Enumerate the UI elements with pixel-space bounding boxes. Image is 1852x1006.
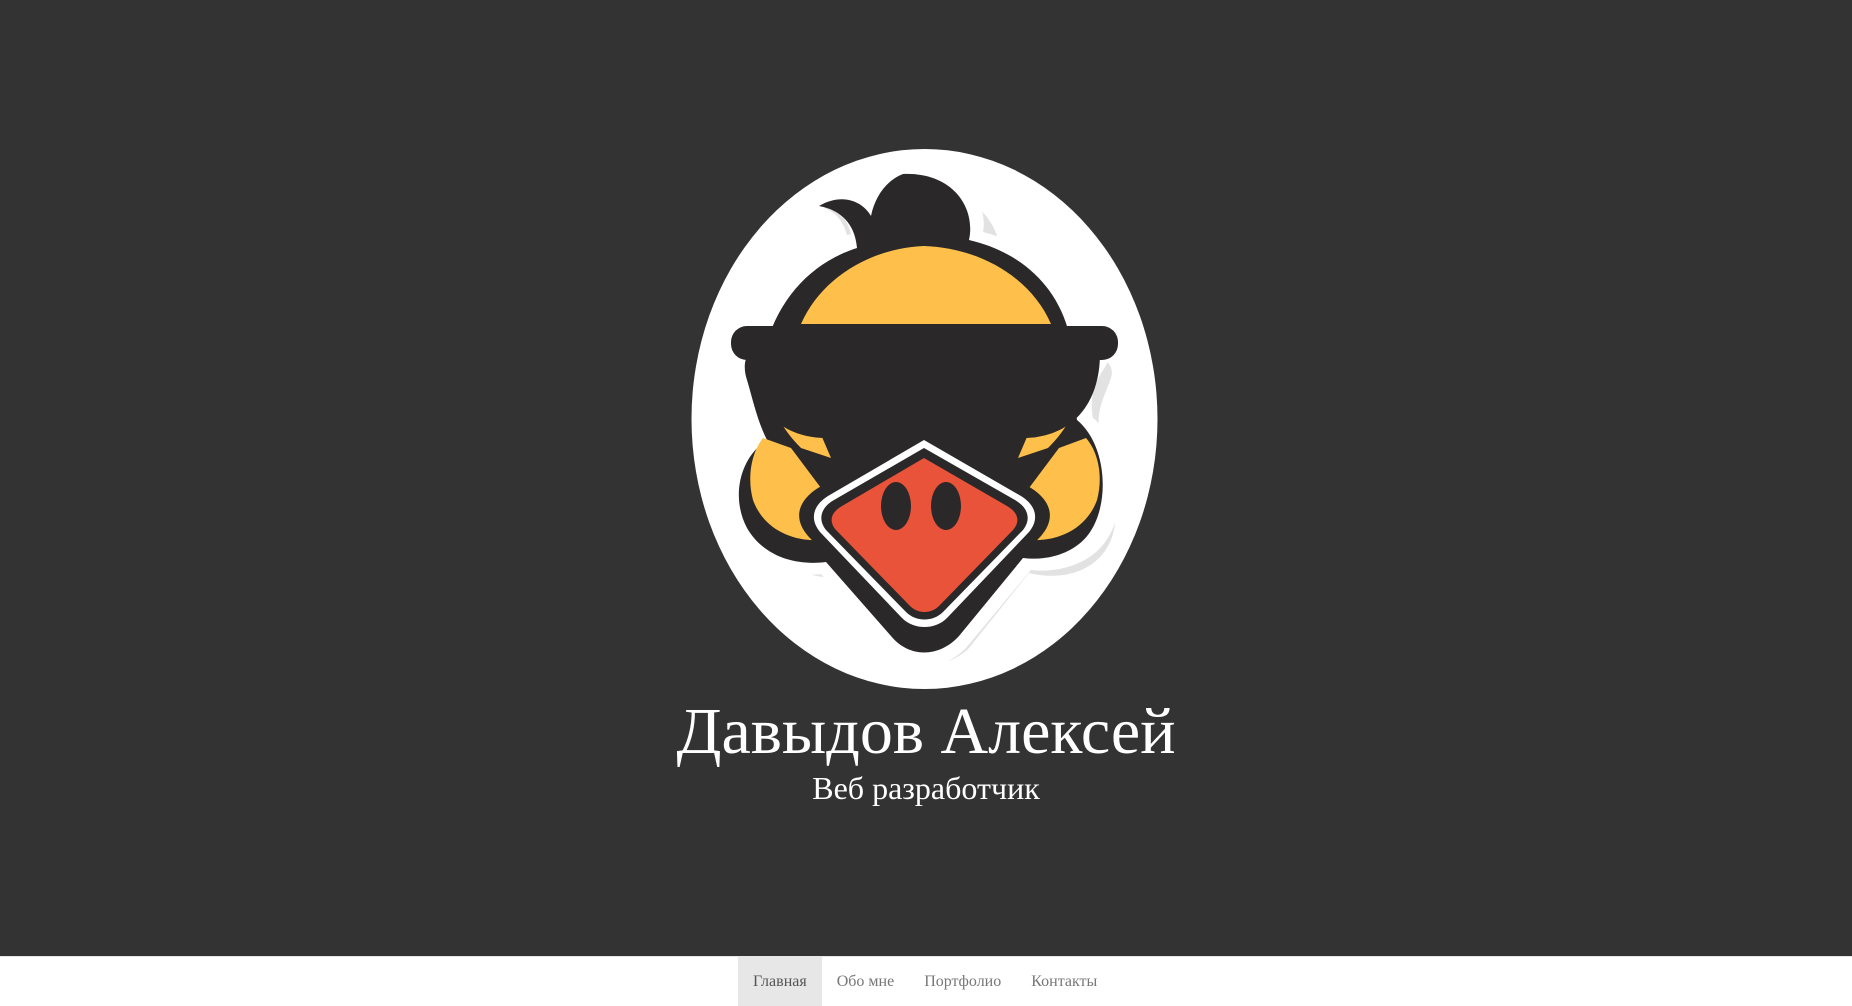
hero-section: Давыдов Алексей Веб разработчик xyxy=(0,0,1852,956)
hero-role: Веб разработчик xyxy=(812,770,1040,806)
nav-item-contacts[interactable]: Контакты xyxy=(1016,957,1112,1006)
bottom-navbar: Главная Обо мне Портфолио Контакты xyxy=(0,956,1852,1006)
avatar xyxy=(691,148,1158,690)
nav-item-home[interactable]: Главная xyxy=(738,957,822,1006)
nav-item-portfolio[interactable]: Портфолио xyxy=(909,957,1016,1006)
duck-with-sunglasses-icon xyxy=(691,149,1158,689)
hero-name: Давыдов Алексей xyxy=(676,695,1176,768)
page: Давыдов Алексей Веб разработчик Главная … xyxy=(0,0,1852,1006)
nav-list: Главная Обо мне Портфолио Контакты xyxy=(738,957,1112,1006)
nav-item-about[interactable]: Обо мне xyxy=(822,957,909,1006)
